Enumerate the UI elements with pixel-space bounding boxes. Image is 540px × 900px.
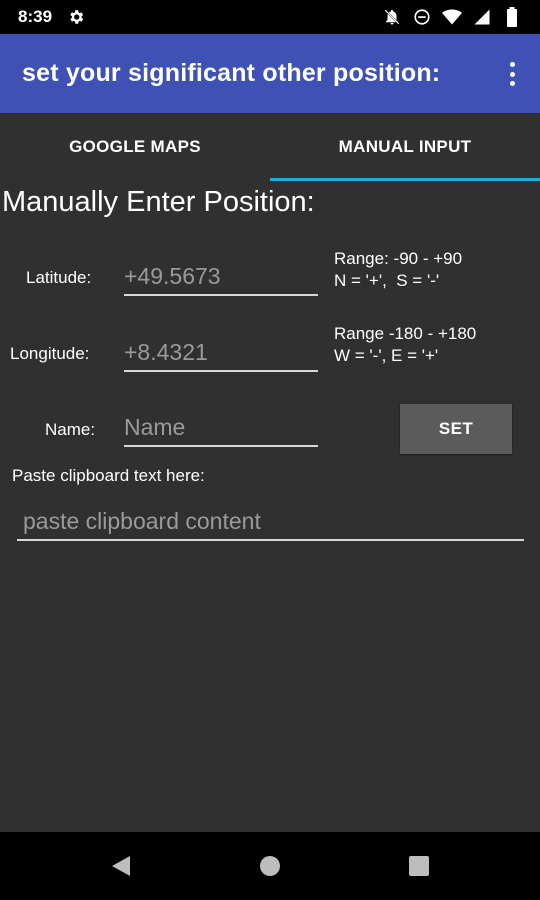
latitude-direction-text: N = '+', S = '-' (334, 271, 440, 290)
longitude-range-text: Range -180 - +180 (334, 324, 477, 343)
recents-icon[interactable] (409, 856, 429, 876)
tab-google-maps[interactable]: GOOGLE MAPS (0, 113, 270, 181)
navigation-bar (0, 832, 540, 900)
status-time: 8:39 (18, 7, 53, 26)
mute-icon (382, 7, 402, 27)
paste-input[interactable] (17, 507, 524, 535)
latitude-range-text: Range: -90 - +90 (334, 249, 463, 268)
longitude-label: Longitude: (10, 344, 90, 363)
latitude-field[interactable] (124, 258, 318, 296)
gear-icon (66, 7, 86, 27)
longitude-field[interactable] (124, 334, 318, 372)
app-bar: set your significant other position: (0, 34, 540, 113)
app-title: set your significant other position: (22, 59, 441, 87)
name-field[interactable] (124, 409, 318, 447)
status-bar: 8:39 (0, 0, 540, 34)
name-label: Name: (45, 420, 96, 439)
longitude-direction-text: W = '-', E = '+' (334, 346, 439, 365)
set-button[interactable]: SET (400, 404, 512, 454)
latitude-input[interactable] (124, 262, 318, 290)
tab-bar: GOOGLE MAPS MANUAL INPUT (0, 113, 540, 181)
more-vert-icon[interactable] (502, 60, 522, 88)
back-icon[interactable] (110, 855, 132, 882)
paste-field[interactable] (17, 503, 524, 541)
paste-label: Paste clipboard text here: (12, 466, 205, 485)
do-not-disturb-icon (412, 7, 432, 27)
page-heading: Manually Enter Position: (2, 186, 315, 218)
wifi-icon (442, 7, 462, 27)
battery-icon (502, 7, 522, 27)
latitude-label: Latitude: (26, 268, 92, 287)
signal-icon (472, 7, 492, 27)
longitude-input[interactable] (124, 338, 318, 366)
latitude-hint: Range: -90 - +90 N = '+', S = '-' (334, 248, 462, 292)
longitude-hint: Range -180 - +180 W = '-', E = '+' (334, 323, 476, 367)
tab-manual-input[interactable]: MANUAL INPUT (270, 113, 540, 181)
home-icon[interactable] (260, 856, 280, 876)
name-input[interactable] (124, 413, 318, 441)
